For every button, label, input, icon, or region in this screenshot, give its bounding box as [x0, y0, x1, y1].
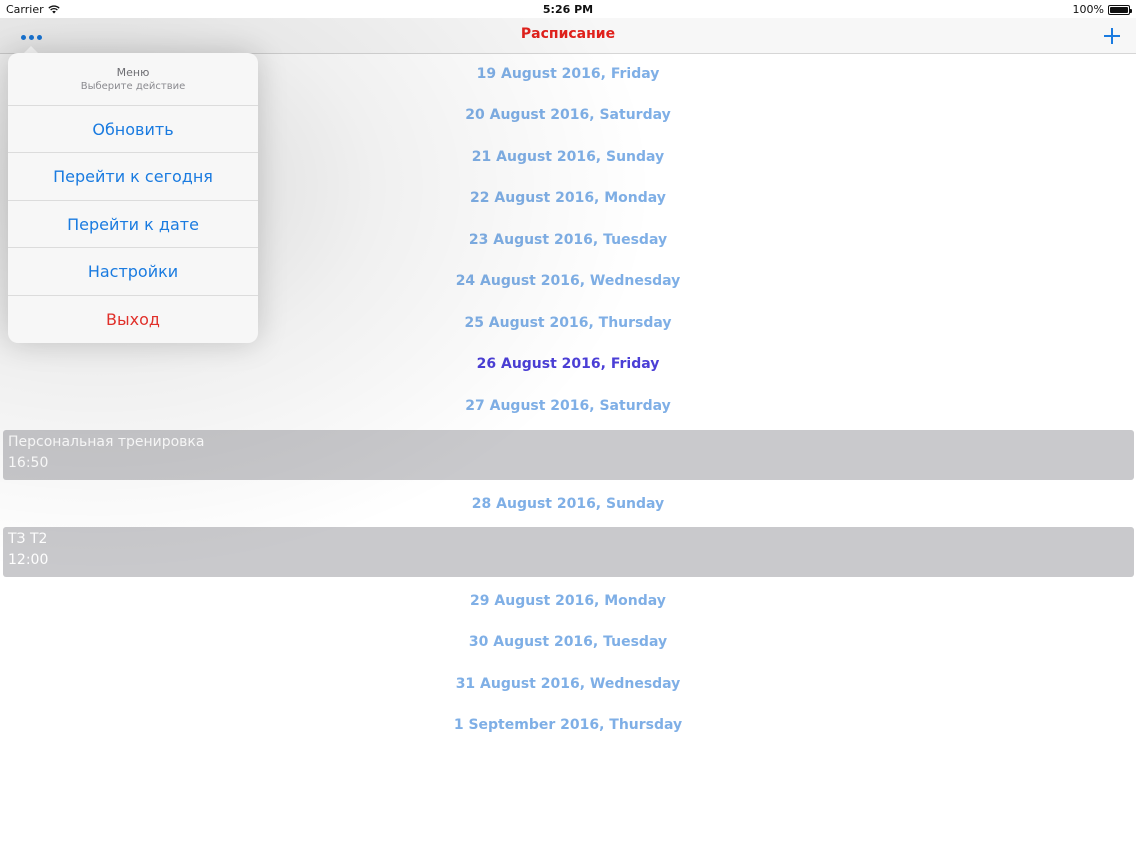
popover-subtitle: Выберите действие — [80, 81, 186, 92]
event-title: Персональная тренировка — [8, 434, 205, 450]
menu-item-refresh[interactable]: Обновить — [8, 106, 258, 154]
navigation-bar: Расписание — [0, 18, 1136, 54]
date-row[interactable]: 30 August 2016, Tuesday — [0, 622, 1136, 662]
clock: 5:26 PM — [542, 3, 594, 16]
date-row[interactable]: 29 August 2016, Monday — [0, 581, 1136, 621]
event-time: 12:00 — [8, 552, 49, 568]
event-card[interactable]: ТЗ Т2 12:00 — [3, 527, 1134, 577]
page-title: Расписание — [520, 26, 616, 42]
add-icon[interactable] — [1100, 24, 1124, 48]
action-menu-popover: Меню Выберите действие Обновить Перейти … — [8, 53, 258, 343]
status-bar: Carrier 5:26 PM 100% — [0, 0, 1136, 18]
date-row[interactable]: 1 September 2016, Thursday — [0, 705, 1136, 745]
date-row[interactable]: 31 August 2016, Wednesday — [0, 664, 1136, 704]
battery-percent: 100% — [1072, 3, 1104, 16]
date-row-today[interactable]: 26 August 2016, Friday — [0, 344, 1136, 384]
menu-item-go-to-today[interactable]: Перейти к сегодня — [8, 153, 258, 201]
popover-header: Меню Выберите действие — [8, 53, 258, 106]
event-title: ТЗ Т2 — [8, 531, 48, 547]
menu-item-go-to-date[interactable]: Перейти к дате — [8, 201, 258, 249]
event-card[interactable]: Персональная тренировка 16:50 — [3, 430, 1134, 480]
menu-item-settings[interactable]: Настройки — [8, 248, 258, 296]
event-time: 16:50 — [8, 455, 49, 471]
menu-item-logout[interactable]: Выход — [8, 296, 258, 343]
battery-icon — [1108, 4, 1132, 15]
app-window: Carrier 5:26 PM 100% Расписание 19 Augus… — [0, 0, 1136, 852]
date-row[interactable]: 27 August 2016, Saturday — [0, 386, 1136, 426]
popover-title: Меню — [116, 66, 150, 79]
date-row[interactable]: 28 August 2016, Sunday — [0, 484, 1136, 524]
battery-indicator: 100% — [1072, 3, 1132, 16]
